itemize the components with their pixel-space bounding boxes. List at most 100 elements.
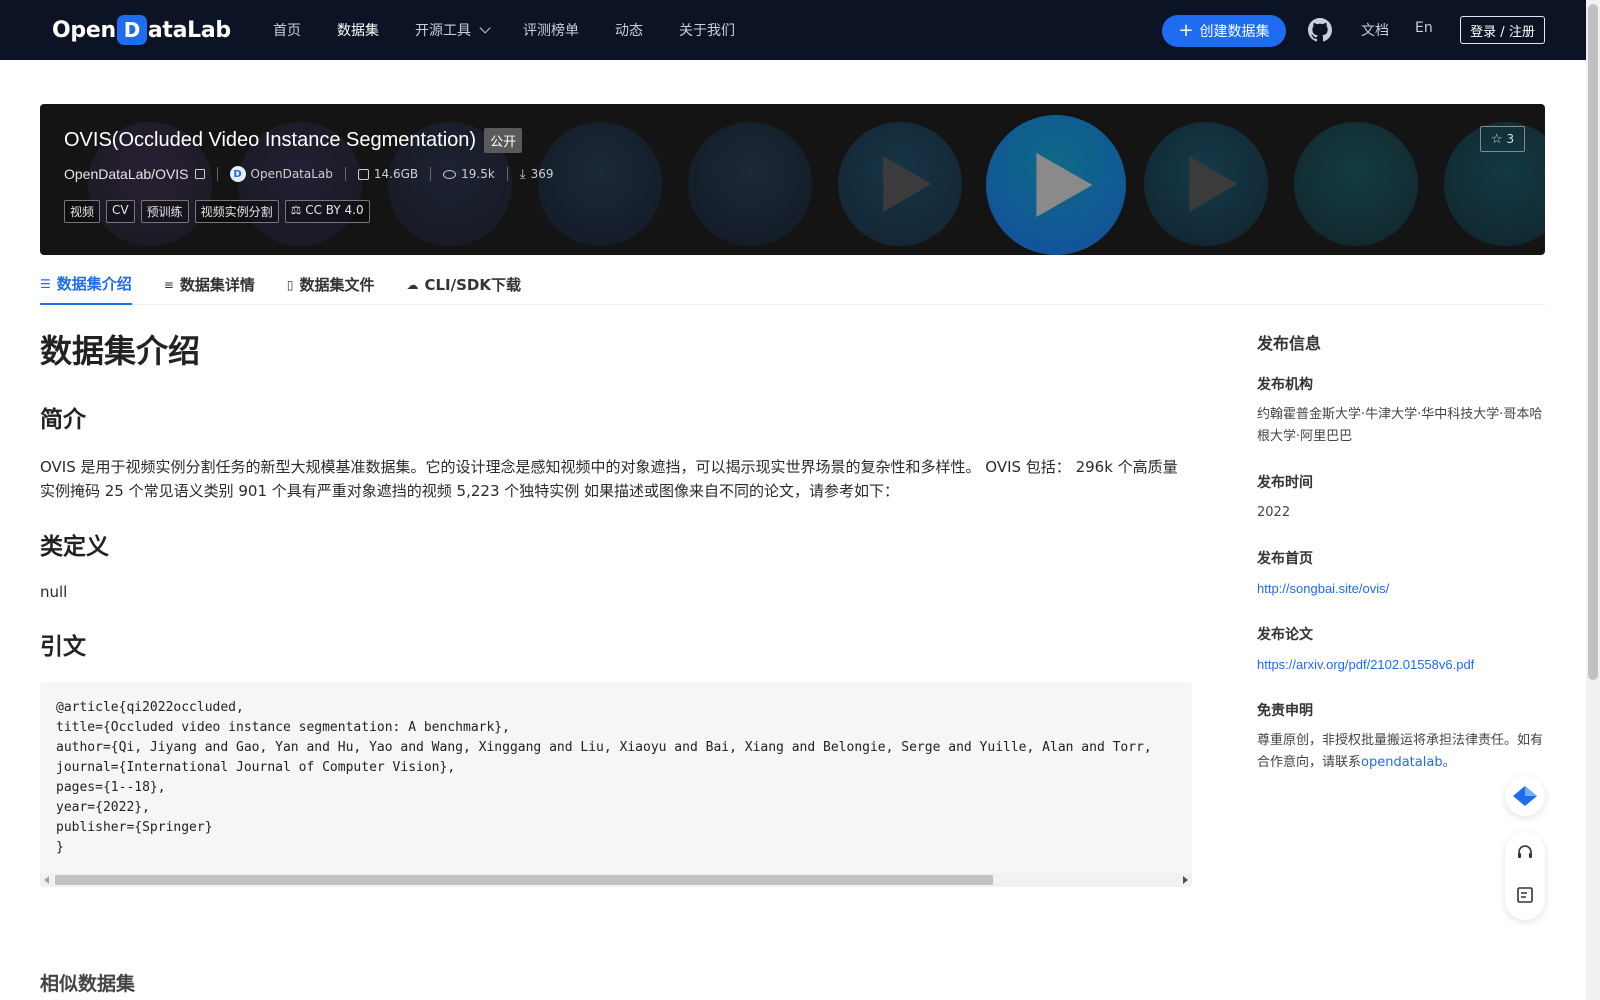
- play-icon: [1036, 153, 1093, 217]
- floating-toolbar: [1505, 832, 1545, 920]
- scroll-right-icon[interactable]: [1183, 876, 1188, 884]
- license-label: CC BY 4.0: [305, 203, 364, 217]
- copy-icon[interactable]: [194, 169, 205, 179]
- login-register-button[interactable]: 登录 / 注册: [1460, 16, 1545, 44]
- download-count: 369: [530, 167, 554, 181]
- scale-icon: ⚖: [290, 203, 302, 217]
- star-button[interactable]: ☆ 3: [1480, 126, 1525, 152]
- list-icon: ≡: [163, 277, 174, 292]
- logo-text-a: Open: [52, 17, 116, 43]
- code-horizontal-scrollbar[interactable]: [40, 873, 1192, 887]
- nav-item-news[interactable]: 动态: [615, 20, 643, 40]
- banner-disc: [1144, 122, 1268, 246]
- tag-list: 视频 CV 预训练 视频实例分割 ⚖ CC BY 4.0: [64, 200, 370, 223]
- github-icon[interactable]: [1308, 18, 1332, 42]
- disclaimer-end: 。: [1442, 755, 1456, 770]
- nav-item-label: 关于我们: [679, 23, 735, 39]
- nav-item-leaderboard[interactable]: 评测榜单: [523, 20, 579, 40]
- plus-icon: +: [1178, 20, 1194, 41]
- publisher-value: 约翰霍普金斯大学·牛津大学·华中科技大学·哥本哈根大学·阿里巴巴: [1257, 407, 1543, 444]
- class-definition-value: null: [40, 583, 68, 601]
- page: Open D ataLab 首页 数据集 开源工具 评测榜单 动态 关于我们 +…: [0, 0, 1600, 1000]
- dataset-title-row: OVIS(Occluded Video Instance Segmentatio…: [64, 128, 523, 153]
- dataset-size: 14.6GB: [373, 167, 419, 181]
- tab-cli-sdk[interactable]: ☁ CLI/SDK下载: [406, 264, 521, 305]
- publish-info-sidebar: 发布信息 发布机构 约翰霍普金斯大学·牛津大学·华中科技大学·哥本哈根大学·阿里…: [1257, 330, 1547, 798]
- license-tag[interactable]: ⚖ CC BY 4.0: [284, 200, 370, 223]
- create-dataset-button[interactable]: + 创建数据集: [1162, 15, 1286, 47]
- opendatalab-logo[interactable]: Open D ataLab: [52, 14, 231, 46]
- nav-menu: 首页 数据集 开源工具 评测榜单 动态 关于我们: [273, 0, 771, 60]
- download-icon: ⤓: [519, 166, 526, 182]
- nav-item-open-tools[interactable]: 开源工具: [415, 20, 491, 40]
- tag-cv[interactable]: CV: [106, 200, 135, 223]
- dataset-title: OVIS(Occluded Video Instance Segmentatio…: [64, 129, 477, 151]
- nav-item-label: 开源工具: [415, 23, 471, 39]
- file-icon: ▯: [286, 277, 294, 292]
- nav-item-label: 动态: [615, 23, 643, 39]
- downloads-item: ⤓ 369: [520, 167, 554, 182]
- nav-item-home[interactable]: 首页: [273, 20, 301, 40]
- tab-files[interactable]: ▯ 数据集文件: [287, 264, 375, 305]
- page-title: 数据集介绍: [40, 332, 201, 370]
- nav-item-datasets[interactable]: 数据集: [337, 20, 379, 40]
- diamond-logo-icon: [1513, 786, 1537, 806]
- nav-item-label: 评测榜单: [523, 23, 579, 39]
- code-scroll-thumb[interactable]: [55, 875, 993, 885]
- tag-pretrain[interactable]: 预训练: [140, 200, 189, 223]
- nav-docs-link[interactable]: 文档: [1361, 20, 1389, 40]
- intro-paragraph: OVIS 是用于视频实例分割任务的新型大规模基准数据集。它的设计理念是感知视频中…: [40, 458, 1178, 500]
- size-item: 14.6GB: [357, 167, 419, 181]
- divider: [506, 167, 508, 181]
- tab-introduction[interactable]: ☰ 数据集介绍: [40, 264, 132, 305]
- disk-icon: [357, 168, 369, 180]
- divider: [430, 167, 432, 181]
- repo-name-text: OpenDataLab/OVIS: [64, 166, 189, 182]
- logo-mark: D: [116, 15, 147, 45]
- disclaimer-text: 尊重原创，非授权批量搬运将承担法律责任。如有合作意向，请联系opendatala…: [1257, 730, 1547, 774]
- dataset-tabs: ☰ 数据集介绍 ≡ 数据集详情 ▯ 数据集文件 ☁ CLI/SDK下载: [40, 264, 1545, 305]
- publisher-label: 发布机构: [1257, 377, 1313, 393]
- nav-item-label: 首页: [273, 23, 301, 39]
- tab-details[interactable]: ≡ 数据集详情: [164, 264, 255, 305]
- scrollbar-thumb[interactable]: [1588, 4, 1598, 680]
- repo-name: OpenDataLab/OVIS: [64, 166, 205, 182]
- citation-heading: 引文: [40, 634, 86, 660]
- org-name: OpenDataLab: [250, 167, 333, 181]
- headset-icon[interactable]: [1516, 844, 1534, 862]
- play-icon: [883, 156, 932, 212]
- disclaimer-label: 免责申明: [1257, 703, 1313, 719]
- logo-text-b: ataLab: [147, 17, 231, 43]
- play-icon: [1189, 156, 1238, 212]
- banner-disc: [538, 122, 662, 246]
- tag-video[interactable]: 视频: [64, 200, 101, 223]
- contact-link[interactable]: opendatalab: [1361, 755, 1443, 770]
- eye-icon: [443, 169, 457, 179]
- cloud-download-icon: ☁: [406, 277, 419, 292]
- visibility-badge: 公开: [484, 128, 523, 153]
- citation-code: @article{qi2022occluded, title={Occluded…: [56, 700, 1152, 855]
- tab-label: 数据集介绍: [56, 275, 132, 293]
- chevron-down-icon: [479, 22, 491, 34]
- nav-item-label: 数据集: [337, 23, 379, 39]
- divider: [216, 167, 218, 181]
- tag-video-instance-seg[interactable]: 视频实例分割: [194, 200, 279, 223]
- org-avatar-icon: D: [229, 166, 246, 182]
- page-scrollbar[interactable]: [1586, 0, 1600, 1000]
- language-switch[interactable]: En: [1415, 20, 1433, 36]
- top-navbar: Open D ataLab 首页 数据集 开源工具 评测榜单 动态 关于我们 +…: [0, 0, 1586, 60]
- homepage-link[interactable]: http://songbai.site/ovis/: [1257, 578, 1547, 600]
- citation-code-block[interactable]: @article{qi2022occluded, title={Occluded…: [40, 682, 1192, 887]
- nav-item-about[interactable]: 关于我们: [679, 20, 735, 40]
- org-item[interactable]: D OpenDataLab: [229, 166, 333, 182]
- feedback-icon[interactable]: [1516, 886, 1534, 904]
- paper-link[interactable]: https://arxiv.org/pdf/2102.01558v6.pdf: [1257, 654, 1547, 676]
- class-definition-heading: 类定义: [40, 534, 109, 560]
- star-count: 3: [1506, 132, 1515, 146]
- view-count: 19.5k: [461, 167, 495, 181]
- assistant-button[interactable]: [1505, 776, 1545, 816]
- paper-label: 发布论文: [1257, 627, 1313, 643]
- divider: [344, 167, 346, 181]
- publish-time-label: 发布时间: [1257, 475, 1313, 491]
- scroll-left-icon[interactable]: [44, 876, 49, 884]
